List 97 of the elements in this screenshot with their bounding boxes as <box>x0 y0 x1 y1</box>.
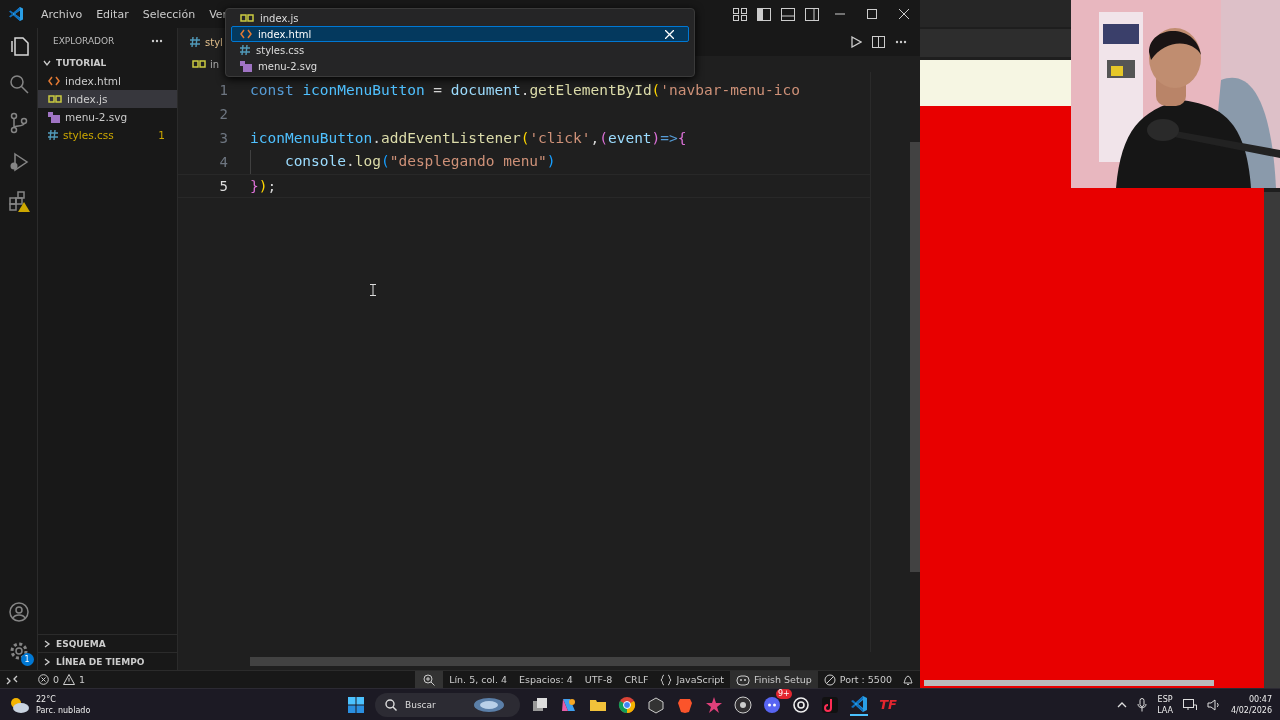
warning-icon <box>63 674 76 685</box>
file-item[interactable]: index.html <box>38 72 177 90</box>
bell-icon[interactable] <box>902 673 914 686</box>
chrome-icon[interactable] <box>618 695 636 714</box>
file-item[interactable]: index.js <box>38 90 177 108</box>
status-item[interactable]: CRLF <box>618 670 655 689</box>
weather-icon[interactable] <box>8 695 30 714</box>
scrollbar[interactable] <box>1264 192 1280 688</box>
extensions-warning-icon[interactable] <box>7 190 30 212</box>
menu-item[interactable]: Archivo <box>34 7 90 21</box>
search-icon <box>385 698 397 711</box>
line-number: 3 <box>218 130 229 146</box>
line-number: 1 <box>218 82 229 98</box>
network-icon[interactable] <box>1182 698 1197 711</box>
hash-file-icon <box>190 37 200 47</box>
task-view-icon[interactable] <box>531 695 549 714</box>
search-highlight-icon <box>473 696 505 713</box>
menu-item[interactable]: Editar <box>89 7 136 21</box>
problems-indicator[interactable]: 0 1 <box>32 670 92 689</box>
split-editor-icon[interactable] <box>872 36 885 48</box>
quick-pick-item[interactable]: index.html <box>231 26 689 42</box>
copilot-status[interactable]: Finish Setup <box>730 670 818 689</box>
no-entry-icon <box>823 673 836 686</box>
text-cursor-icon <box>370 284 376 296</box>
live-server-port[interactable]: Port : 5500 <box>817 670 898 689</box>
js-file-icon <box>192 59 206 69</box>
cube-icon[interactable] <box>647 695 665 714</box>
vscode-logo-icon <box>8 6 24 22</box>
search-field[interactable]: Buscar <box>405 699 465 710</box>
more-icon[interactable] <box>895 40 907 44</box>
folder-row[interactable]: TUTORIAL <box>38 54 177 72</box>
notification-badge: 9+ <box>776 688 792 699</box>
status-item[interactable]: UTF-8 <box>578 670 619 689</box>
weather-condition: Parc. nublado <box>36 704 91 716</box>
account-icon[interactable] <box>7 601 30 623</box>
code-line: iconMenuButton.addEventListener('click',(event)=>{ <box>250 130 687 146</box>
zoom-button[interactable] <box>415 670 444 689</box>
search-bar[interactable]: Buscar <box>375 692 520 717</box>
image-file-icon <box>48 111 60 123</box>
star-app-icon[interactable] <box>705 695 723 714</box>
chevron-up-icon[interactable] <box>1117 701 1128 708</box>
temperature: 22°C <box>36 693 57 705</box>
remote-icon[interactable] <box>6 673 18 686</box>
secondary-sidebar-icon[interactable] <box>805 7 819 21</box>
input-language[interactable]: ESP LAA <box>1157 693 1173 716</box>
sidebar-toggle-icon[interactable] <box>757 7 771 21</box>
code-line: const iconMenuButton = document.getElementById('navbar-menu-ico <box>250 82 801 98</box>
code-line: console.log("desplegando menu") <box>250 150 556 174</box>
clock[interactable]: 00:47 4/02/2026 <box>1230 693 1272 716</box>
vscode-app-icon[interactable] <box>850 693 868 716</box>
chat-app-icon[interactable] <box>763 695 781 714</box>
search-icon[interactable] <box>7 73 30 95</box>
panel-toggle-icon[interactable] <box>781 7 795 21</box>
microphone-icon[interactable] <box>1137 697 1148 712</box>
menu-item[interactable]: Selección <box>135 7 203 21</box>
quick-pick-item[interactable]: index.js <box>231 10 689 26</box>
js-file-icon <box>240 13 254 23</box>
maximize-icon[interactable] <box>867 9 877 19</box>
quick-pick-item[interactable]: menu-2.svg <box>231 58 689 74</box>
notification-badge: 1 <box>20 653 34 666</box>
scrollbar[interactable] <box>250 656 790 666</box>
status-item[interactable]: Espacios: 4 <box>513 670 579 689</box>
run-icon[interactable] <box>850 36 862 48</box>
volume-icon[interactable] <box>1206 698 1221 711</box>
quick-pick-item[interactable]: styles.css <box>231 42 689 58</box>
js-file-icon <box>48 94 62 104</box>
panel-header[interactable]: ESQUEMA <box>38 634 177 652</box>
scrollbar[interactable] <box>910 142 920 572</box>
close-icon[interactable] <box>899 9 909 19</box>
line-number: 4 <box>218 154 229 170</box>
file-item[interactable]: styles.css 1 <box>38 126 177 144</box>
hash-file-icon <box>48 130 58 140</box>
scrollbar[interactable] <box>924 680 1214 686</box>
error-icon <box>38 674 49 685</box>
zoom-in-icon <box>423 673 436 686</box>
line-number: 5 <box>218 178 229 194</box>
note-app-icon[interactable] <box>821 695 839 714</box>
code-file-icon <box>48 76 60 86</box>
language-mode[interactable]: JavaScript <box>654 670 731 689</box>
chevron-down-icon <box>43 59 51 67</box>
hash-file-icon <box>240 45 250 55</box>
braces-icon <box>660 673 673 686</box>
more-icon[interactable] <box>151 39 163 43</box>
layout-icon[interactable] <box>733 7 747 21</box>
breadcrumb-item[interactable]: in <box>192 58 220 70</box>
file-item[interactable]: menu-2.svg <box>38 108 177 126</box>
recording-app-icon[interactable] <box>734 695 752 714</box>
code-line: }); <box>250 178 277 194</box>
editor-tab[interactable]: styl <box>178 28 226 56</box>
status-item[interactable]: Lín. 5, col. 4 <box>443 670 513 689</box>
code-file-icon <box>240 29 252 39</box>
windows-start-icon[interactable] <box>348 696 364 713</box>
image-file-icon <box>240 60 252 72</box>
sidebar-title: EXPLORADOR <box>53 36 115 46</box>
line-number: 2 <box>218 106 229 122</box>
copilot-icon <box>736 673 751 686</box>
taskbar-app[interactable]: TF <box>879 695 897 714</box>
